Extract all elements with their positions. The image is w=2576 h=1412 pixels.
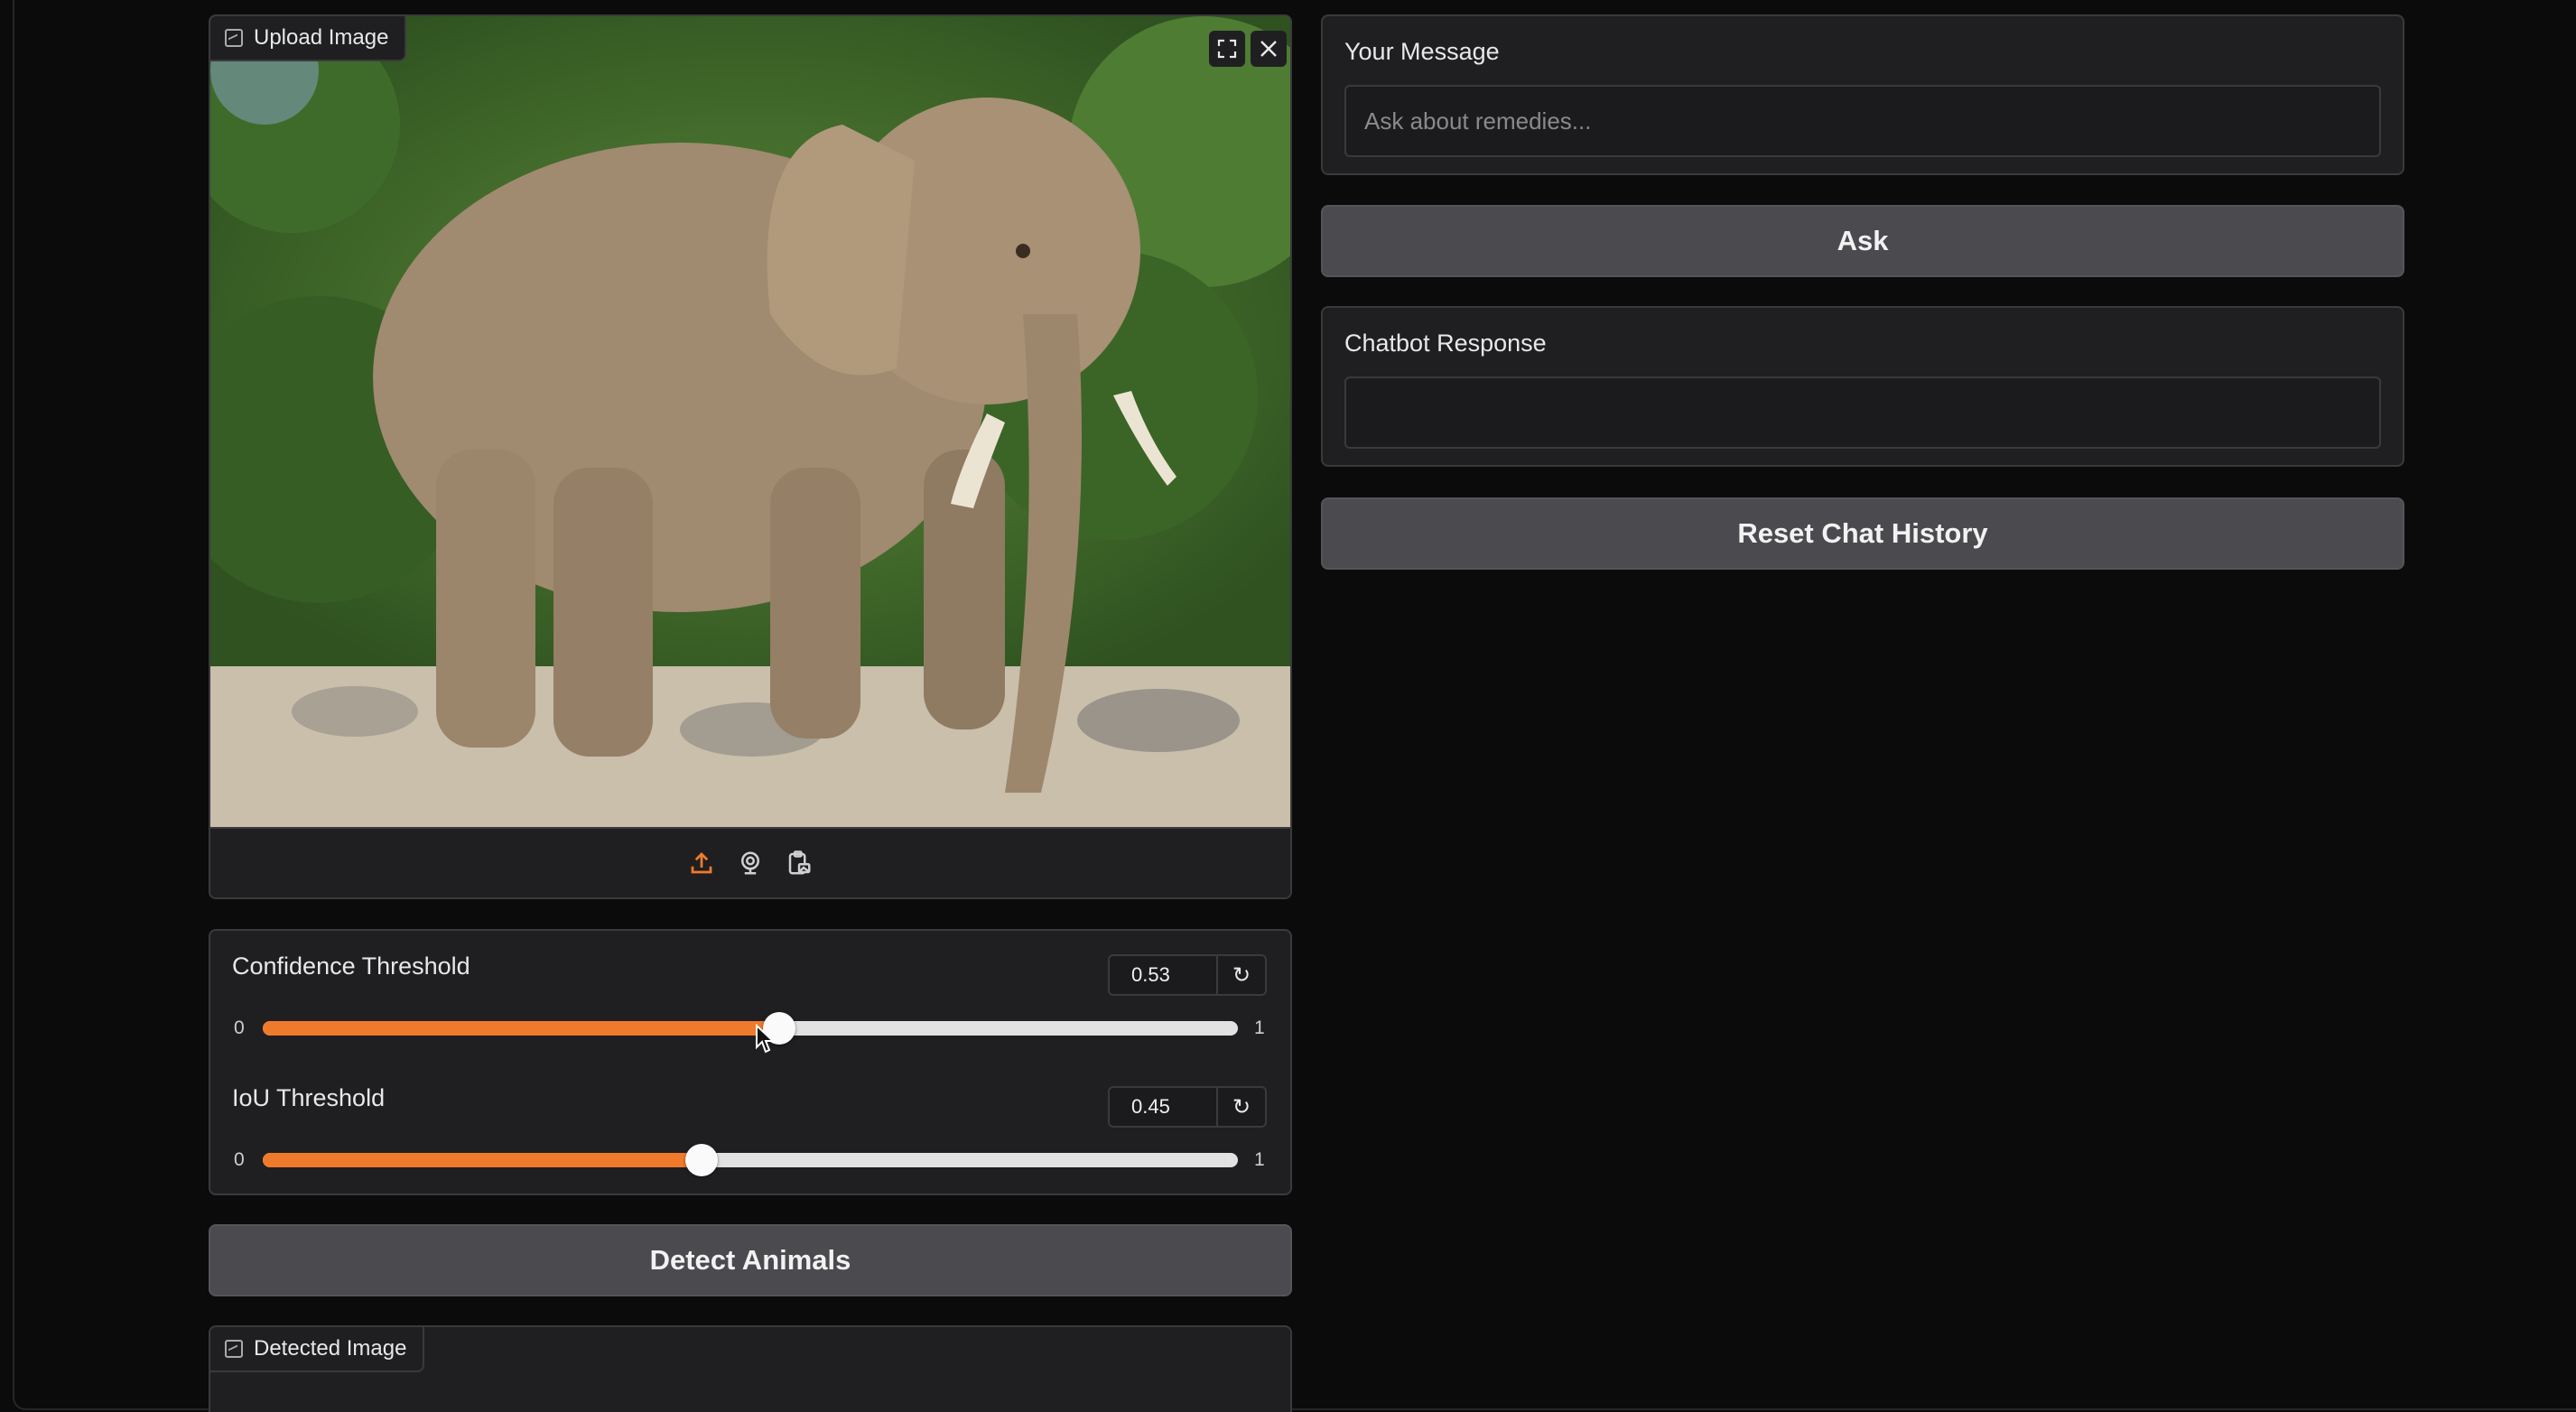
- iou-value[interactable]: 0.45: [1110, 1088, 1218, 1126]
- confidence-slider[interactable]: [263, 1012, 1238, 1045]
- chatbot-response-panel: Chatbot Response: [1321, 306, 2404, 467]
- iou-slider[interactable]: [263, 1144, 1238, 1176]
- confidence-max: 1: [1254, 1017, 1265, 1038]
- confidence-threshold-label: Confidence Threshold: [232, 952, 470, 980]
- iou-slider-fill: [263, 1153, 702, 1167]
- image-icon: [225, 29, 243, 47]
- webcam-icon[interactable]: [736, 849, 765, 878]
- reset-icon[interactable]: ↻: [1218, 1088, 1265, 1126]
- iou-slider-thumb[interactable]: [685, 1144, 718, 1176]
- detected-image-label: Detected Image: [254, 1336, 407, 1361]
- confidence-min: 0: [234, 1017, 245, 1038]
- iou-threshold-label: IoU Threshold: [232, 1084, 386, 1111]
- detected-image-panel: Detected Image: [209, 1325, 1292, 1412]
- chatbot-response-label: Chatbot Response: [1344, 330, 1547, 357]
- upload-image-panel[interactable]: Upload Image: [209, 14, 1292, 899]
- ask-button[interactable]: Ask: [1321, 205, 2404, 277]
- detected-image-tag: Detected Image: [210, 1327, 425, 1372]
- iou-number-input[interactable]: 0.45 ↻: [1108, 1086, 1267, 1128]
- chatbot-response-field[interactable]: [1344, 376, 2381, 449]
- message-input[interactable]: Ask about remedies...: [1344, 85, 2381, 157]
- upload-image-label: Upload Image: [254, 25, 389, 50]
- message-panel: Your Message Ask about remedies...: [1321, 14, 2404, 175]
- fullscreen-icon[interactable]: [1209, 31, 1245, 67]
- elephant-photo: [210, 16, 1290, 827]
- image-source-toolbar: [210, 827, 1290, 897]
- detect-animals-button[interactable]: Detect Animals: [209, 1224, 1292, 1296]
- iou-min: 0: [234, 1149, 245, 1170]
- your-message-label: Your Message: [1344, 38, 1500, 65]
- upload-image-tag: Upload Image: [210, 16, 407, 61]
- reset-icon[interactable]: ↻: [1218, 956, 1265, 994]
- mouse-cursor: [755, 1023, 776, 1059]
- clipboard-icon[interactable]: [785, 849, 814, 878]
- threshold-panel: Confidence Threshold 0.53 ↻ 0 1 IoU Thre…: [209, 929, 1292, 1195]
- confidence-slider-fill: [263, 1021, 779, 1036]
- confidence-value[interactable]: 0.53: [1110, 956, 1218, 994]
- image-icon: [225, 1340, 243, 1358]
- image-top-controls: [1209, 31, 1287, 67]
- upload-icon[interactable]: [687, 849, 716, 878]
- reset-chat-history-button[interactable]: Reset Chat History: [1321, 497, 2404, 570]
- close-icon[interactable]: [1251, 31, 1287, 67]
- iou-max: 1: [1254, 1149, 1265, 1170]
- confidence-number-input[interactable]: 0.53 ↻: [1108, 954, 1267, 996]
